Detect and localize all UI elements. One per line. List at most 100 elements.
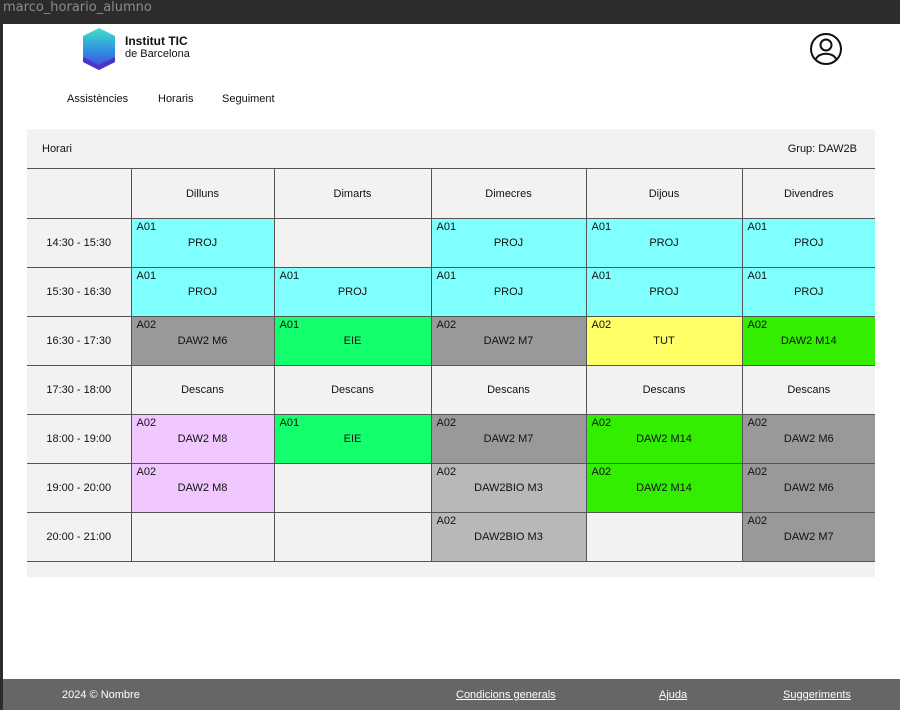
day-header-dimecres: Dimecres xyxy=(430,168,587,219)
schedule-cell[interactable]: A02 DAW2 M14 xyxy=(585,463,743,513)
subject-label: Descans xyxy=(642,384,686,396)
footer-copyright: 2024 © Nombre xyxy=(62,689,140,701)
schedule-row: 15:30 - 16:30 A01 PROJ A01 PROJ A01 PROJ A01 PRO… xyxy=(27,267,875,317)
day-header-row: Dilluns Dimarts Dimecres Dijous Divendre… xyxy=(27,168,875,219)
schedule-cell[interactable] xyxy=(273,463,432,513)
schedule-cell[interactable]: Descans xyxy=(741,365,875,415)
schedule-cell[interactable]: A01 PROJ xyxy=(430,267,587,317)
schedule-row: 19:00 - 20:00 A02 DAW2 M8 A02 DAW2BIO M3 A02 D… xyxy=(27,463,875,513)
schedule-table: Dilluns Dimarts Dimecres Dijous Divendre… xyxy=(27,168,875,562)
schedule-cell[interactable]: A01 PROJ xyxy=(585,267,743,317)
schedule-cell[interactable]: A02 DAW2 M7 xyxy=(741,512,875,562)
schedule-panel: Horari Grup: DAW2B Dilluns Dimarts Dimec… xyxy=(27,129,875,577)
schedule-cell[interactable] xyxy=(130,512,275,562)
classroom-label: A02 xyxy=(436,466,457,478)
classroom-label: A02 xyxy=(591,417,612,429)
footer: 2024 © Nombre Condicions generals Ajuda … xyxy=(3,679,900,710)
page: Institut TIC de Barcelona Assistències H… xyxy=(3,24,900,710)
schedule-row: 20:00 - 21:00 A02 DAW2BIO M3 A02 DAW2 M7 xyxy=(27,512,875,562)
time-slot-label: 16:30 - 17:30 xyxy=(27,316,132,366)
group-label: Grup: DAW2B xyxy=(787,143,857,155)
footer-link-suggestions[interactable]: Suggeriments xyxy=(783,689,851,701)
classroom-label: A01 xyxy=(279,417,300,429)
schedule-cell[interactable]: A02 DAW2 M14 xyxy=(741,316,875,366)
classroom-label: A01 xyxy=(136,221,157,233)
day-header-dimarts: Dimarts xyxy=(273,168,432,219)
classroom-label: A01 xyxy=(279,270,300,282)
schedule-cell[interactable]: A02 DAW2BIO M3 xyxy=(430,512,587,562)
schedule-cell[interactable]: A02 DAW2BIO M3 xyxy=(430,463,587,513)
classroom-label: A02 xyxy=(136,319,157,331)
subject-label: Descans xyxy=(487,384,530,396)
classroom-label: A01 xyxy=(436,270,457,282)
footer-link-help[interactable]: Ajuda xyxy=(659,689,687,701)
classroom-label: A02 xyxy=(591,319,612,331)
brand-line-2: de Barcelona xyxy=(125,48,190,60)
schedule-cell[interactable] xyxy=(273,512,432,562)
schedule-cell[interactable]: Descans xyxy=(273,365,432,415)
subject-label: Descans xyxy=(787,384,831,396)
schedule-cell[interactable] xyxy=(585,512,743,562)
classroom-label: A02 xyxy=(436,515,457,527)
schedule-title: Horari xyxy=(42,143,72,155)
schedule-cell[interactable]: A02 DAW2 M14 xyxy=(585,414,743,464)
schedule-cell[interactable]: A02 DAW2 M7 xyxy=(430,414,587,464)
classroom-label: A01 xyxy=(591,221,612,233)
schedule-cell[interactable]: A01 PROJ xyxy=(741,267,875,317)
time-slot-label: 17:30 - 18:00 xyxy=(27,365,132,415)
schedule-cell[interactable]: A01 PROJ xyxy=(741,218,875,268)
institut-logo-icon[interactable] xyxy=(81,27,117,71)
day-header-divendres: Divendres xyxy=(741,168,875,219)
nav-item-horaris[interactable]: Horaris xyxy=(158,93,193,105)
classroom-label: A02 xyxy=(436,319,457,331)
schedule-cell[interactable]: A01 PROJ xyxy=(585,218,743,268)
day-header-dijous: Dijous xyxy=(585,168,743,219)
classroom-label: A02 xyxy=(591,466,612,478)
classroom-label: A01 xyxy=(591,270,612,282)
user-account-icon[interactable] xyxy=(810,33,842,65)
classroom-label: A02 xyxy=(136,466,157,478)
schedule-cell[interactable]: A01 EIE xyxy=(273,414,432,464)
classroom-label: A01 xyxy=(747,270,768,282)
schedule-cell[interactable]: A02 DAW2 M8 xyxy=(130,414,275,464)
schedule-row: 17:30 - 18:00 Descans Descans Descans Descan… xyxy=(27,365,875,415)
classroom-label: A02 xyxy=(747,417,768,429)
schedule-cell[interactable]: A01 EIE xyxy=(273,316,432,366)
nav-item-assistencies[interactable]: Assistències xyxy=(67,93,128,105)
subject-label: Descans xyxy=(331,384,374,396)
classroom-label: A02 xyxy=(747,515,768,527)
schedule-cell[interactable] xyxy=(273,218,432,268)
schedule-cell[interactable]: A02 DAW2 M8 xyxy=(130,463,275,513)
time-slot-label: 14:30 - 15:30 xyxy=(27,218,132,268)
schedule-cell[interactable]: A02 DAW2 M6 xyxy=(741,463,875,513)
classroom-label: A01 xyxy=(279,319,300,331)
schedule-cell[interactable]: A02 DAW2 M7 xyxy=(430,316,587,366)
classroom-label: A01 xyxy=(747,221,768,233)
classroom-label: A01 xyxy=(436,221,457,233)
schedule-row: 14:30 - 15:30 A01 PROJ A01 PROJ A01 PROJ A01 PRO… xyxy=(27,218,875,268)
classroom-label: A02 xyxy=(747,466,768,478)
schedule-cell[interactable]: Descans xyxy=(430,365,587,415)
subject-label: Descans xyxy=(181,384,224,396)
schedule-body: 14:30 - 15:30 A01 PROJ A01 PROJ A01 PROJ A01 PRO… xyxy=(27,218,875,562)
footer-link-conditions[interactable]: Condicions generals xyxy=(456,689,556,701)
brand-name: Institut TIC de Barcelona xyxy=(125,35,190,61)
schedule-row: 16:30 - 17:30 A02 DAW2 M6 A01 EIE A02 DAW2 M7 A… xyxy=(27,316,875,366)
brand-line-1: Institut TIC xyxy=(125,34,188,48)
schedule-cell[interactable]: A01 PROJ xyxy=(130,267,275,317)
schedule-cell[interactable]: A01 PROJ xyxy=(273,267,432,317)
schedule-cell[interactable]: Descans xyxy=(130,365,275,415)
time-slot-label: 15:30 - 16:30 xyxy=(27,267,132,317)
window-title: marco_horario_alumno xyxy=(3,0,152,15)
nav-item-seguiment[interactable]: Seguiment xyxy=(222,93,275,105)
classroom-label: A02 xyxy=(436,417,457,429)
schedule-cell[interactable]: A02 DAW2 M6 xyxy=(741,414,875,464)
schedule-cell[interactable]: A02 TUT xyxy=(585,316,743,366)
schedule-row: 18:00 - 19:00 A02 DAW2 M8 A01 EIE A02 DAW2 M7 A… xyxy=(27,414,875,464)
time-slot-label: 19:00 - 20:00 xyxy=(27,463,132,513)
schedule-cell[interactable]: Descans xyxy=(585,365,743,415)
schedule-cell[interactable]: A02 DAW2 M6 xyxy=(130,316,275,366)
schedule-cell[interactable]: A01 PROJ xyxy=(430,218,587,268)
schedule-cell[interactable]: A01 PROJ xyxy=(130,218,275,268)
schedule-header: Horari Grup: DAW2B xyxy=(27,129,875,169)
